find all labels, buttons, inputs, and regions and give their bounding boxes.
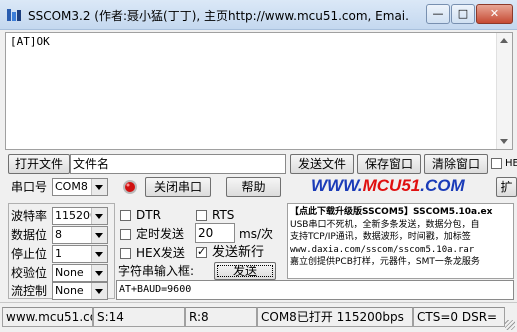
scroll-down-icon[interactable] [500,139,508,144]
baud-select[interactable]: 115200 [52,207,108,225]
stop-bits-value: 1 [55,247,62,260]
close-button[interactable]: ✕ [476,4,513,24]
output-scrollbar[interactable] [496,33,512,149]
chevron-down-icon [91,227,107,243]
flow-control-select[interactable]: None [52,282,108,300]
chevron-down-icon [91,179,107,195]
ad-line-tcp: 支持TCP/IP通讯，数据波形，时间戳，加标签 [290,232,471,242]
parity-value: None [55,266,84,279]
receive-output-area[interactable]: [AT]OK [5,32,513,150]
timed-send-label: 定时发送 [136,227,185,241]
maximize-button[interactable]: □ [451,4,475,24]
status-sent-count: S:14 [93,307,185,327]
dtr-checkbox[interactable] [120,210,131,221]
status-bar: www.mcu51.cor S:14 R:8 COM8已打开 115200bps… [0,302,517,332]
port-status-light-icon [122,179,138,195]
output-text: [AT]OK [10,35,50,48]
brand-suffix: .COM [420,176,465,195]
timed-send-checkbox[interactable] [120,229,131,240]
stop-bits-label: 停止位 [11,247,48,261]
scroll-up-icon[interactable] [500,38,508,43]
port-select[interactable]: COM8 [52,178,108,196]
baud-label: 波特率 [11,209,48,223]
send-interval-input[interactable]: 20 [195,223,235,243]
port-select-value: COM8 [55,180,88,193]
hex-display-label: HEX [505,158,517,169]
send-file-button[interactable]: 发送文件 [290,154,354,174]
hex-display-checkbox[interactable] [491,158,502,169]
chevron-down-icon [91,265,107,281]
extend-button[interactable]: 扩 [496,177,517,197]
help-button[interactable]: 帮助 [226,177,281,197]
ad-line-usb: USB串口不死机，全新多条发送，数据分包，自 [290,219,480,230]
send-newline-checkbox[interactable] [196,245,207,258]
hex-send-label: HEX发送 [136,246,185,260]
send-interval-unit: ms/次 [239,227,273,241]
window-title: SSCOM3.2 (作者:聂小猛(丁丁), 主页http://www.mcu51… [28,9,408,23]
send-newline-label: 发送新行 [212,245,265,260]
flow-control-value: None [55,284,84,297]
data-bits-value: 8 [55,228,62,241]
brand-prefix: WWW. [311,176,363,195]
title-bar[interactable]: SSCOM3.2 (作者:聂小猛(丁丁), 主页http://www.mcu51… [0,0,517,30]
send-input[interactable]: AT+BAUD=9600 [116,280,514,300]
hex-send-checkbox[interactable] [120,248,131,259]
rts-label: RTS [212,208,235,222]
chevron-down-icon [91,246,107,262]
save-window-button[interactable]: 保存窗口 [357,154,421,174]
port-label: 串口号 [11,180,48,194]
ad-line-url[interactable]: www.daxia.com/sscom/sscom5.10a.rar [290,244,511,257]
ad-line-download[interactable]: 【点此下载升级版SSCOM5】SSCOM5.10a.ex [290,206,511,219]
parity-select[interactable]: None [52,264,108,282]
flow-control-label: 流控制 [11,284,48,298]
clear-window-button[interactable]: 清除窗口 [424,154,488,174]
brand-highlight: MCU51 [362,176,421,195]
data-bits-select[interactable]: 8 [52,226,108,244]
app-icon [6,8,22,22]
ad-panel[interactable]: 【点此下载升级版SSCOM5】SSCOM5.10a.ex USB串口不死机，全新… [287,203,514,279]
status-site[interactable]: www.mcu51.cor [2,307,93,327]
chevron-down-icon [91,283,107,299]
file-name-field[interactable]: 文件名 [70,154,286,174]
string-input-label: 字符串输入框: [118,264,195,278]
minimize-button[interactable]: — [426,4,450,24]
status-signals: CTS=0 DSR= [413,307,505,327]
brand-link[interactable]: WWW.MCU51.COM [311,176,465,196]
chevron-down-icon [91,208,107,224]
send-button[interactable]: 发送 [214,262,276,280]
data-bits-label: 数据位 [11,228,48,242]
close-port-button[interactable]: 关闭串口 [145,177,211,197]
status-received-count: R:8 [185,307,257,327]
parity-label: 校验位 [11,266,48,280]
resize-grip-icon[interactable] [505,320,515,330]
ad-line-pcb: 嘉立创提供PCB打样，元器件，SMT一条龙服务 [290,257,480,267]
rts-checkbox[interactable] [196,210,207,221]
status-port-state: COM8已打开 115200bps [257,307,413,327]
open-file-button[interactable]: 打开文件 [8,154,70,174]
stop-bits-select[interactable]: 1 [52,245,108,263]
dtr-label: DTR [136,208,161,222]
